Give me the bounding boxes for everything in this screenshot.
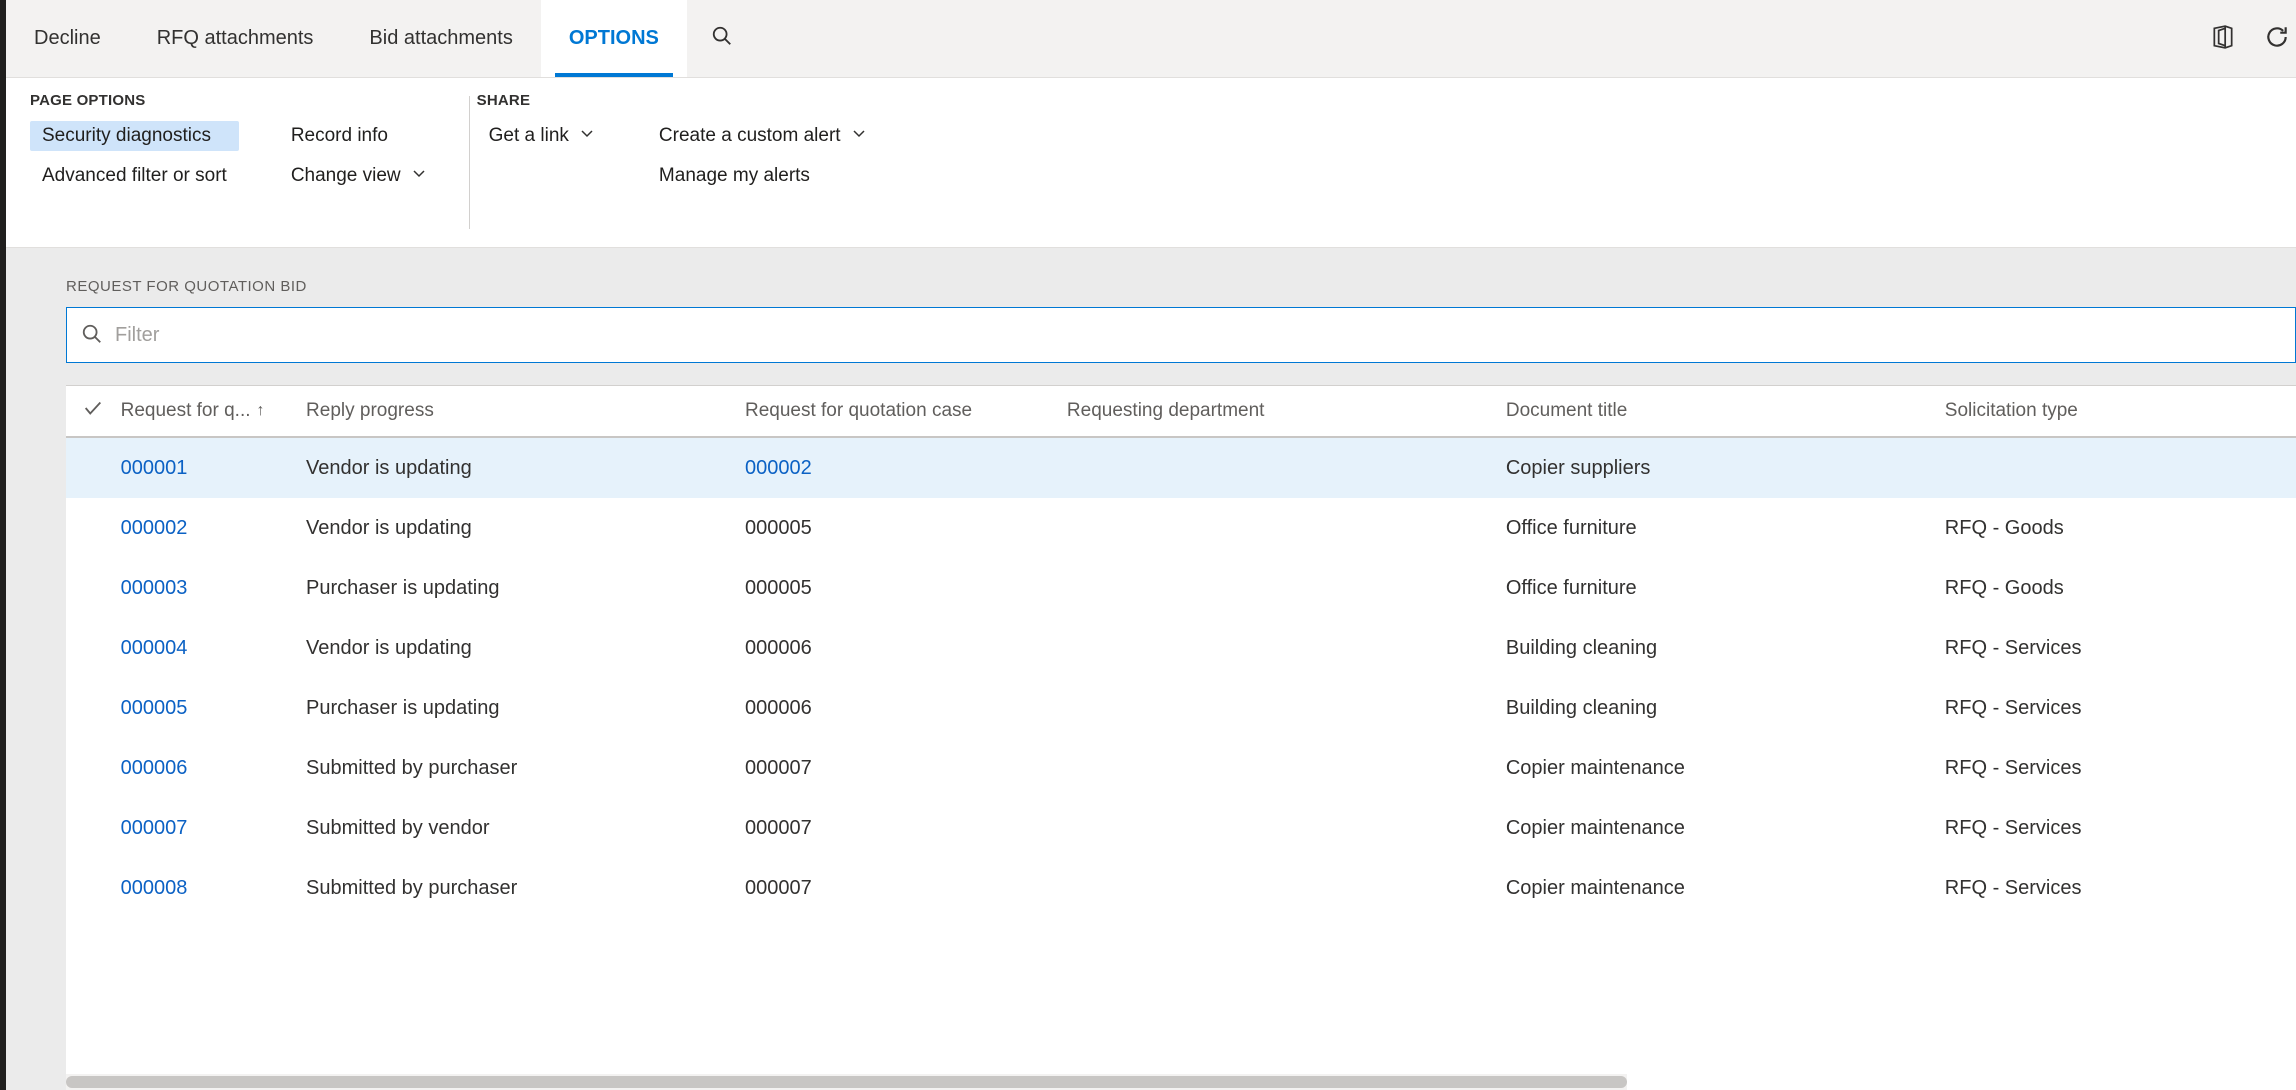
cell-solicitation-type[interactable]: RFQ - Services xyxy=(1945,817,2296,840)
ribbon-item-advanced-filter[interactable]: Advanced filter or sort xyxy=(30,161,239,191)
refresh-icon[interactable] xyxy=(2264,24,2290,53)
ribbon-options: PAGE OPTIONS Security diagnostics Advanc… xyxy=(6,78,2296,248)
column-header-rfq-case[interactable]: Request for quotation case xyxy=(745,400,1067,422)
cell-request-for-quotation[interactable]: 000004 xyxy=(121,637,306,660)
tab-decline[interactable]: Decline xyxy=(6,0,129,77)
cell-request-for-quotation[interactable]: 000002 xyxy=(121,517,306,540)
column-header-requesting-department[interactable]: Requesting department xyxy=(1067,400,1506,422)
cell-rfq-case[interactable]: 000007 xyxy=(745,757,1067,780)
horizontal-scrollbar[interactable] xyxy=(66,1074,1627,1090)
search-icon xyxy=(81,323,113,348)
table-row[interactable]: 000005Purchaser is updating000006 Buildin… xyxy=(66,678,2296,738)
column-header-label: Request for quotation case xyxy=(745,400,972,422)
chevron-down-icon xyxy=(411,165,427,187)
ribbon-item-change-view[interactable]: Change view xyxy=(279,161,439,191)
column-header-label: Document title xyxy=(1506,400,1627,422)
ribbon-group-page-options: PAGE OPTIONS Security diagnostics Advanc… xyxy=(22,92,469,233)
ribbon-item-security-diagnostics[interactable]: Security diagnostics xyxy=(30,121,239,151)
tab-search[interactable] xyxy=(687,0,757,77)
office-icon[interactable] xyxy=(2210,24,2236,53)
ribbon-group-title-share: SHARE xyxy=(477,92,879,109)
quick-filter[interactable] xyxy=(66,307,2296,363)
checkmark-icon xyxy=(82,397,104,425)
cell-rfq-case[interactable]: 000005 xyxy=(745,577,1067,600)
cell-reply-progress[interactable]: Vendor is updating xyxy=(306,517,745,540)
tab-rfq-attachments[interactable]: RFQ attachments xyxy=(129,0,342,77)
cell-rfq-case[interactable]: 000007 xyxy=(745,817,1067,840)
cell-reply-progress[interactable]: Submitted by purchaser xyxy=(306,757,745,780)
cell-request-for-quotation[interactable]: 000006 xyxy=(121,757,306,780)
ribbon-item-manage-my-alerts[interactable]: Manage my alerts xyxy=(647,161,879,191)
column-header-label: Request for q... xyxy=(121,400,251,422)
cell-reply-progress[interactable]: Submitted by vendor xyxy=(306,817,745,840)
cell-document-title[interactable]: Office furniture xyxy=(1506,577,1945,600)
quick-filter-input[interactable] xyxy=(113,323,2281,348)
cell-rfq-case[interactable]: 000005 xyxy=(745,517,1067,540)
column-header-reply-progress[interactable]: Reply progress xyxy=(306,400,745,422)
content-area: REQUEST FOR QUOTATION BID Request for q.… xyxy=(6,248,2296,1090)
cell-request-for-quotation[interactable]: 000005 xyxy=(121,697,306,720)
column-header-label: Requesting department xyxy=(1067,400,1265,422)
table-row[interactable]: 000004Vendor is updating000006 Building c… xyxy=(66,618,2296,678)
chevron-down-icon xyxy=(851,125,867,147)
cell-reply-progress[interactable]: Submitted by purchaser xyxy=(306,877,745,900)
ribbon-item-record-info[interactable]: Record info xyxy=(279,121,439,151)
cell-solicitation-type[interactable]: RFQ - Services xyxy=(1945,697,2296,720)
cell-request-for-quotation[interactable]: 000008 xyxy=(121,877,306,900)
column-header-solicitation-type[interactable]: Solicitation type xyxy=(1945,400,2296,422)
tab-bid-attachments[interactable]: Bid attachments xyxy=(341,0,540,77)
cell-rfq-case[interactable]: 000007 xyxy=(745,877,1067,900)
grid-rfq-bids: Request for q... ↑ Reply progress Reques… xyxy=(66,385,2296,1090)
cell-document-title[interactable]: Building cleaning xyxy=(1506,697,1945,720)
cell-document-title[interactable]: Copier suppliers xyxy=(1506,457,1945,480)
ribbon-item-label: Get a link xyxy=(489,125,569,147)
cell-reply-progress[interactable]: Vendor is updating xyxy=(306,637,745,660)
table-row[interactable]: 000006Submitted by purchaser000007 Copier… xyxy=(66,738,2296,798)
column-header-document-title[interactable]: Document title xyxy=(1506,400,1945,422)
ribbon-group-title-page-options: PAGE OPTIONS xyxy=(30,92,439,109)
cell-rfq-case[interactable]: 000006 xyxy=(745,697,1067,720)
table-row[interactable]: 000003Purchaser is updating000005 Office … xyxy=(66,558,2296,618)
chevron-down-icon xyxy=(579,125,595,147)
column-header-select[interactable] xyxy=(66,397,121,425)
cell-document-title[interactable]: Office furniture xyxy=(1506,517,1945,540)
column-header-label: Solicitation type xyxy=(1945,400,2078,422)
cell-reply-progress[interactable]: Purchaser is updating xyxy=(306,577,745,600)
cell-document-title[interactable]: Copier maintenance xyxy=(1506,877,1945,900)
cell-rfq-case[interactable]: 000002 xyxy=(745,457,1067,480)
search-icon xyxy=(711,25,733,53)
cell-request-for-quotation[interactable]: 000007 xyxy=(121,817,306,840)
action-pane-tabs: Decline RFQ attachments Bid attachments … xyxy=(6,0,2296,78)
form-caption: REQUEST FOR QUOTATION BID xyxy=(6,248,2296,307)
grid-header-row: Request for q... ↑ Reply progress Reques… xyxy=(66,386,2296,438)
table-row[interactable]: 000008Submitted by purchaser000007 Copier… xyxy=(66,858,2296,918)
cell-request-for-quotation[interactable]: 000001 xyxy=(121,457,306,480)
table-row[interactable]: 000001Vendor is updating000002 Copier sup… xyxy=(66,438,2296,498)
cell-rfq-case[interactable]: 000006 xyxy=(745,637,1067,660)
cell-solicitation-type[interactable]: RFQ - Services xyxy=(1945,757,2296,780)
ribbon-item-label: Change view xyxy=(291,165,401,187)
table-row[interactable]: 000007Submitted by vendor000007 Copier ma… xyxy=(66,798,2296,858)
cell-solicitation-type[interactable]: RFQ - Goods xyxy=(1945,517,2296,540)
column-header-request-for-quotation[interactable]: Request for q... ↑ xyxy=(121,400,306,422)
grid-body[interactable]: 000001Vendor is updating000002Copier sup… xyxy=(66,438,2296,1090)
cell-document-title[interactable]: Copier maintenance xyxy=(1506,757,1945,780)
ribbon-group-share: SHARE Get a link Create a custom alert xyxy=(469,92,909,233)
cell-reply-progress[interactable]: Vendor is updating xyxy=(306,457,745,480)
column-header-label: Reply progress xyxy=(306,400,434,422)
cell-solicitation-type[interactable]: RFQ - Goods xyxy=(1945,577,2296,600)
cell-document-title[interactable]: Copier maintenance xyxy=(1506,817,1945,840)
tab-options[interactable]: OPTIONS xyxy=(541,0,687,77)
cell-reply-progress[interactable]: Purchaser is updating xyxy=(306,697,745,720)
cell-solicitation-type[interactable]: RFQ - Services xyxy=(1945,637,2296,660)
ribbon-item-get-a-link[interactable]: Get a link xyxy=(477,121,607,151)
cell-solicitation-type[interactable]: RFQ - Services xyxy=(1945,877,2296,900)
sort-ascending-icon: ↑ xyxy=(257,402,265,420)
ribbon-item-label: Create a custom alert xyxy=(659,125,841,147)
table-row[interactable]: 000002Vendor is updating000005 Office fur… xyxy=(66,498,2296,558)
ribbon-item-create-custom-alert[interactable]: Create a custom alert xyxy=(647,121,879,151)
cell-request-for-quotation[interactable]: 000003 xyxy=(121,577,306,600)
cell-document-title[interactable]: Building cleaning xyxy=(1506,637,1945,660)
